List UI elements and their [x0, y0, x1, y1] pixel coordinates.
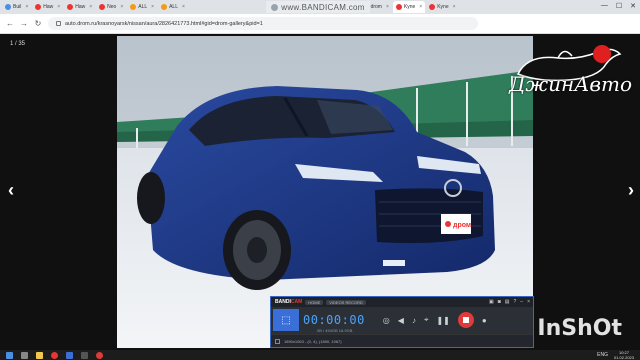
tab-favicon-icon — [395, 4, 402, 10]
lock-icon[interactable]: ▣ — [489, 299, 494, 305]
back-icon[interactable]: ← — [6, 19, 14, 28]
tab-label: Buil — [13, 4, 22, 10]
plate-text: дром — [453, 222, 471, 229]
browser-tab[interactable]: ALL × — [158, 1, 188, 13]
browser-tab[interactable]: Haw × — [64, 1, 95, 13]
tab-close-icon[interactable]: × — [151, 4, 154, 10]
screen: Buil×Haw×Haw×Neo×ALL×ALL×ALL×ALL×drom×Ky… — [0, 0, 640, 360]
tab-close-icon[interactable]: × — [89, 4, 92, 10]
minimize-icon[interactable]: — — [601, 2, 608, 10]
bandicam-videos-tab[interactable]: VIDEOS RECORD — [326, 299, 366, 305]
snapshot-icon[interactable]: ● — [482, 316, 487, 325]
help-icon[interactable]: ? — [514, 299, 517, 305]
tab-favicon-icon — [67, 4, 74, 10]
url-field[interactable]: auto.drom.ru/krasnoyarsk/nissan/aura/282… — [48, 17, 478, 30]
tab-close-icon[interactable]: × — [25, 4, 28, 10]
start-icon[interactable] — [6, 351, 13, 359]
lock-icon — [56, 21, 61, 26]
minimize-icon[interactable]: – — [520, 299, 523, 305]
windows-taskbar: ENG 10:27 01.02.2023 — [0, 350, 640, 360]
microphone-icon[interactable]: ♪ — [412, 316, 416, 325]
stop-icon — [462, 317, 469, 323]
address-bar: ← → ↻ auto.drom.ru/krasnoyarsk/nissan/au… — [0, 14, 640, 34]
bandicam-toolbar: BANDICAM HOME VIDEOS RECORD ▣ ◙ ▤ ? – × — [271, 297, 533, 307]
browser-tab[interactable]: Buil × — [2, 1, 31, 13]
tab-label: Kyne — [403, 4, 416, 10]
browser-tab[interactable]: Kyne × — [426, 1, 458, 13]
chrome-icon[interactable] — [51, 351, 58, 359]
camera-icon[interactable]: ◙ — [498, 299, 501, 305]
bandicam-controls: ⬚ 00:00:00 ◎ ◀ ♪ ⌖ ❚❚ ● — [271, 307, 533, 333]
tab-favicon-icon — [130, 4, 137, 10]
close-icon[interactable]: × — [527, 299, 530, 305]
close-icon[interactable]: ✕ — [630, 2, 636, 10]
reload-icon[interactable]: ↻ — [34, 19, 42, 28]
tab-close-icon[interactable]: × — [120, 4, 123, 10]
tab-label: ALL — [169, 4, 178, 10]
inshot-watermark: InShOt — [537, 316, 622, 341]
speaker-icon[interactable]: ◀ — [398, 316, 404, 325]
tab-label: Neo — [107, 4, 117, 10]
bandicam-logo: BANDICAM — [275, 299, 303, 305]
maximize-icon[interactable]: ☐ — [616, 2, 622, 10]
folder-icon[interactable] — [36, 351, 43, 359]
bandicam-region-info: 1890x1063 - (0, 4), (1890, 1067) — [271, 334, 533, 347]
photo-counter: 1 / 35 — [10, 41, 26, 47]
tab-label: Haw — [75, 4, 86, 10]
window-controls: — ☐ ✕ — [601, 2, 636, 10]
recording-size-info: 0B / 494GB 18.9GB — [317, 328, 353, 333]
clock[interactable]: 10:27 01.02.2023 — [614, 350, 634, 360]
bandicam-action-icons: ◎ ◀ ♪ ⌖ ❚❚ ● — [383, 312, 487, 328]
chevron-right-icon[interactable]: › — [628, 180, 634, 201]
bandicam-recorder-panel: BANDICAM HOME VIDEOS RECORD ▣ ◙ ▤ ? – × … — [270, 296, 534, 348]
bandicam-watermark-banner: www.BANDICAM.com — [266, 1, 370, 13]
bandicam-taskbar-icon[interactable] — [96, 351, 103, 359]
stop-record-button[interactable] — [457, 312, 474, 328]
bandicam-banner-text: www.BANDICAM.com — [281, 2, 365, 12]
word-icon[interactable] — [66, 351, 73, 359]
tab-close-icon[interactable]: × — [453, 4, 456, 10]
tab-favicon-icon — [161, 4, 168, 10]
folder-icon[interactable]: ▤ — [505, 299, 510, 305]
browser-tab[interactable]: ALL× — [127, 1, 157, 13]
tab-label: ALL — [138, 4, 148, 10]
chevron-left-icon[interactable]: ‹ — [8, 180, 14, 201]
browser-tab[interactable]: Kyne × — [392, 1, 426, 13]
forward-icon[interactable]: → — [20, 19, 28, 28]
region-checkbox[interactable] — [275, 338, 280, 344]
tab-favicon-icon — [35, 4, 42, 10]
tab-close-icon[interactable]: × — [57, 4, 60, 10]
language-indicator[interactable]: ENG — [597, 352, 608, 358]
tab-label: Haw — [43, 4, 54, 10]
browser-tab[interactable]: Neo × — [96, 1, 126, 13]
screen-mode-button[interactable]: ⬚ — [273, 309, 299, 331]
mouse-icon[interactable]: ⌖ — [424, 315, 429, 325]
pause-icon[interactable]: ❚❚ — [436, 316, 449, 325]
channel-watermark: ДжинАвто — [509, 72, 632, 96]
tab-favicon-icon — [429, 4, 436, 10]
system-tray: ENG 10:27 01.02.2023 — [597, 350, 634, 360]
clock-date: 01.02.2023 — [613, 355, 634, 360]
tab-close-icon[interactable]: × — [419, 4, 422, 10]
browser-tab[interactable]: Haw × — [32, 1, 63, 13]
tab-close-icon[interactable]: × — [182, 4, 185, 10]
url-text: auto.drom.ru/krasnoyarsk/nissan/aura/282… — [65, 20, 263, 27]
bandicam-home-tab[interactable]: HOME — [305, 299, 324, 305]
search-icon[interactable] — [21, 351, 28, 359]
tab-favicon-icon — [99, 4, 106, 10]
tab-label: Kyne — [437, 4, 449, 10]
webcam-icon[interactable]: ◎ — [383, 316, 390, 325]
tab-favicon-icon — [5, 4, 11, 10]
app-icon[interactable] — [81, 351, 88, 359]
region-text: 1890x1063 - (0, 4), (1890, 1067) — [284, 338, 342, 344]
recording-timer: 00:00:00 — [303, 313, 365, 327]
bandicam-logo-icon — [271, 3, 279, 11]
tab-close-icon[interactable]: × — [386, 4, 389, 10]
tab-label: drom — [370, 4, 382, 10]
